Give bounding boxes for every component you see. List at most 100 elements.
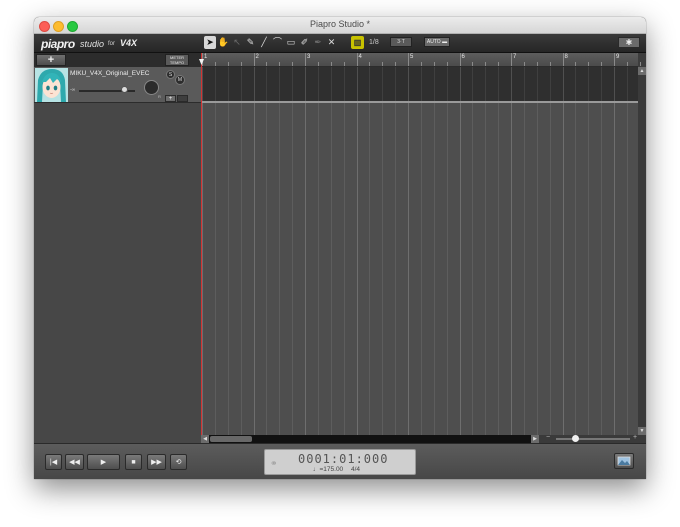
bar-number: 6 xyxy=(461,54,465,60)
ruler-tick xyxy=(639,62,641,66)
bar-line xyxy=(253,67,255,101)
hand-tool-button[interactable]: ✋ xyxy=(218,36,230,49)
zoom-slider[interactable] xyxy=(556,438,630,440)
window-title: Piapro Studio * xyxy=(309,19,371,29)
vocalist-avatar xyxy=(35,68,68,102)
zoom-slider-knob[interactable] xyxy=(572,435,579,442)
ruler-tick xyxy=(498,62,500,66)
scroll-up-button[interactable]: ▲ xyxy=(638,67,646,75)
ruler-tick xyxy=(523,62,525,66)
beat-line xyxy=(536,67,538,101)
time-display[interactable]: ⚭ 0001:01:000 ♩=175.00 4/4 xyxy=(264,449,416,475)
track-row[interactable]: MIKU_V4X_Original_EVEC S M -∞ R + xyxy=(34,67,201,103)
bar-ruler[interactable]: 1 2 3 4 5 6 7 8 9 xyxy=(201,53,641,67)
arrangement-grid[interactable] xyxy=(201,103,638,436)
bar-line xyxy=(202,67,203,101)
beat-line xyxy=(330,67,332,101)
brand-logo-for: for xyxy=(108,41,116,47)
ruler-tick xyxy=(214,62,216,66)
eraser-tool-icon: ▭ xyxy=(286,37,296,47)
to-start-button[interactable]: |◀ xyxy=(45,454,62,470)
loop-button[interactable]: ⟲ xyxy=(170,454,187,470)
beat-line xyxy=(498,103,500,436)
add-track-button[interactable]: + xyxy=(36,54,66,66)
beat-line xyxy=(266,67,268,101)
pan-right-label: R xyxy=(158,94,161,99)
timeline-area[interactable]: 1 2 3 4 5 6 7 8 9 xyxy=(199,53,641,443)
beat-line xyxy=(433,103,435,436)
bar-line xyxy=(202,103,203,436)
beat-line xyxy=(626,103,628,436)
scroll-left-button[interactable]: ◀ xyxy=(201,435,209,443)
ruler-tick xyxy=(614,53,615,66)
line-tool-button[interactable]: ╱ xyxy=(258,36,270,49)
bar-number: 7 xyxy=(513,54,517,60)
tempo-value[interactable]: ♩=175.00 xyxy=(313,466,343,473)
pan-knob[interactable] xyxy=(144,80,159,95)
transport-bar: |◀ ◀◀ ▶ ■ ▶▶ ⟲ ⚭ 0001:01:000 ♩=175.00 4/… xyxy=(34,443,646,479)
auto-button[interactable]: AUTO ▬ xyxy=(424,37,450,47)
ruler-tick xyxy=(266,62,268,66)
pencil-tool-button[interactable]: ✎ xyxy=(245,36,257,49)
track-option-button[interactable] xyxy=(177,95,188,102)
rewind-button[interactable]: ◀◀ xyxy=(65,454,84,470)
beat-line xyxy=(369,67,371,101)
beat-line xyxy=(227,103,229,436)
toolbar: piapro studio for V4X ➤ ✋ ↖ ✎ ╱ ⌒ ▭ ✐ ✒ ✕ ▥ 1/8 3… xyxy=(34,34,646,53)
solo-button[interactable]: S xyxy=(166,70,175,79)
scroll-right-button[interactable]: ▶ xyxy=(531,435,539,443)
beat-line xyxy=(279,67,281,101)
landscape-icon xyxy=(617,456,631,466)
ruler-tick xyxy=(536,62,538,66)
scroll-down-button[interactable]: ▼ xyxy=(638,427,646,435)
vocalistener-button[interactable] xyxy=(614,453,634,469)
curve-tool-button[interactable]: ⌒ xyxy=(272,36,284,49)
ruler-tick xyxy=(253,53,255,66)
meter-value[interactable]: 4/4 xyxy=(351,466,360,473)
fast-forward-button[interactable]: ▶▶ xyxy=(147,454,166,470)
volume-slider-knob[interactable] xyxy=(121,86,128,93)
ruler-tick xyxy=(472,62,474,66)
curve-tool-icon: ⌒ xyxy=(272,37,282,47)
snap-grid-button[interactable]: ▥ xyxy=(351,36,364,49)
vertical-scrollbar[interactable] xyxy=(638,67,646,443)
zoom-out-icon[interactable]: − xyxy=(546,434,550,441)
beat-line xyxy=(317,103,319,436)
select-tool-button[interactable]: ➤ xyxy=(204,36,216,49)
select-tool-icon: ➤ xyxy=(206,37,214,47)
ruler-tick xyxy=(317,62,319,66)
arrow-tool-button[interactable]: ↖ xyxy=(231,36,243,49)
beat-line xyxy=(292,103,294,436)
beat-line xyxy=(472,103,474,436)
bar-number: 1 xyxy=(204,54,208,60)
triplet-select[interactable]: 3·T xyxy=(390,37,412,47)
meter-tempo-button[interactable]: METER TEMPO xyxy=(165,54,189,66)
quantize-value[interactable]: 1/8 xyxy=(369,39,379,46)
link-icon[interactable]: ⚭ xyxy=(270,458,278,469)
brush-tool-button[interactable]: ✐ xyxy=(299,36,311,49)
ruler-tick xyxy=(420,62,422,66)
ruler-tick xyxy=(588,62,590,66)
line-tool-icon: ╱ xyxy=(261,37,267,47)
beat-line xyxy=(395,67,397,101)
track-lane[interactable] xyxy=(201,67,638,103)
beat-line xyxy=(549,67,551,101)
expand-track-button[interactable]: + xyxy=(165,95,176,102)
eraser-tool-button[interactable]: ▭ xyxy=(285,36,297,49)
bar-line xyxy=(614,103,615,436)
pen-tool-button[interactable]: ✒ xyxy=(312,36,324,49)
settings-button[interactable]: ✱ xyxy=(618,37,640,48)
playhead[interactable] xyxy=(199,53,204,436)
play-button[interactable]: ▶ xyxy=(87,454,120,470)
bar-line xyxy=(459,103,461,436)
arrow-tool-icon: ↖ xyxy=(233,37,241,47)
zoom-in-icon[interactable]: + xyxy=(633,434,637,441)
cut-tool-button[interactable]: ✕ xyxy=(326,36,338,49)
stop-button[interactable]: ■ xyxy=(125,454,142,470)
bar-line xyxy=(614,67,615,101)
track-name[interactable]: MIKU_V4X_Original_EVEC xyxy=(70,70,149,77)
mute-button[interactable]: M xyxy=(175,75,185,85)
ruler-tick xyxy=(330,62,332,66)
horizontal-scroll-thumb[interactable] xyxy=(210,436,252,442)
brush-tool-icon: ✐ xyxy=(300,37,309,47)
